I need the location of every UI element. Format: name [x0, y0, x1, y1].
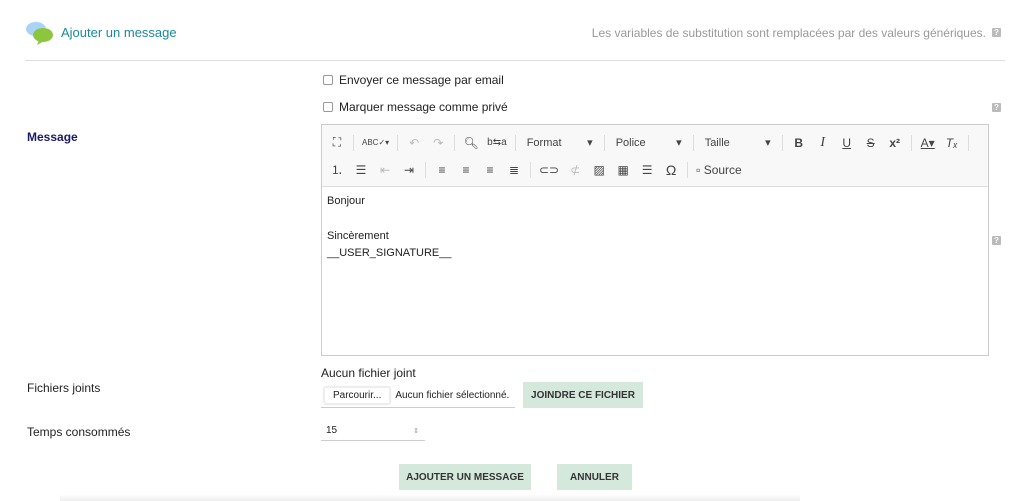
rich-text-editor[interactable]: ⛶ ABC✓▾ ↶ ↷ 🔍︎ b⇆a Format ▾ Police ▾ Taill… — [321, 124, 989, 356]
remove-format-icon[interactable]: Tₓ — [941, 132, 963, 154]
indent-icon[interactable]: ⇥ — [398, 159, 420, 181]
no-file-selected: Aucun fichier sélectionné. — [395, 389, 510, 401]
bullet-list-icon[interactable]: ☰ — [350, 159, 372, 181]
italic-icon[interactable]: I — [812, 132, 834, 154]
content-line: Sincèrement — [327, 230, 389, 242]
underline-icon[interactable]: U — [836, 132, 858, 154]
dropdown-icon: ▾ — [587, 137, 593, 149]
private-option[interactable]: Marquer message comme privé — [323, 100, 508, 114]
table-icon[interactable]: ▦ — [612, 159, 634, 181]
redo-icon[interactable]: ↷ — [427, 132, 449, 154]
source-icon: ▫ — [696, 162, 704, 177]
undo-icon[interactable]: ↶ — [403, 132, 425, 154]
page-title: Ajouter un message — [61, 25, 177, 40]
cancel-button[interactable]: ANNULER — [557, 464, 632, 490]
bold-icon[interactable]: B — [788, 132, 810, 154]
align-center-icon[interactable]: ≡ — [455, 159, 477, 181]
align-left-icon[interactable]: ≡ — [431, 159, 453, 181]
superscript-icon[interactable]: x² — [884, 132, 906, 154]
source-label: Source — [703, 162, 742, 177]
format-label: Format — [526, 136, 562, 149]
spellcheck-icon[interactable]: ABC✓▾ — [359, 132, 392, 154]
footer-shadow — [60, 494, 800, 501]
format-select[interactable]: Format ▾ — [521, 132, 599, 154]
divider — [25, 60, 1005, 61]
send-email-label: Envoyer ce message par email — [339, 73, 504, 87]
editor-content[interactable]: Bonjour Sincèrement __USER_SIGNATURE__ — [322, 187, 988, 268]
justify-icon[interactable]: ≣ — [503, 159, 525, 181]
attach-file-button[interactable]: JOINDRE CE FICHIER — [523, 382, 643, 408]
image-icon[interactable]: ▨ — [588, 159, 610, 181]
font-label: Police — [615, 136, 646, 149]
size-label: Taille — [704, 136, 730, 149]
no-attachment-text: Aucun fichier joint — [321, 366, 416, 380]
horizontal-rule-icon[interactable]: ☰ — [636, 159, 658, 181]
content-line: Bonjour — [327, 195, 365, 207]
substitution-hint: Les variables de substitution sont rempl… — [591, 26, 986, 40]
special-char-icon[interactable]: Ω — [660, 159, 682, 181]
send-email-option[interactable]: Envoyer ce message par email — [323, 73, 504, 87]
unlink-icon[interactable]: ⊄ — [564, 159, 586, 181]
maximize-icon[interactable]: ⛶ — [326, 132, 348, 154]
align-right-icon[interactable]: ≡ — [479, 159, 501, 181]
send-email-checkbox[interactable] — [323, 75, 333, 85]
find-icon[interactable]: 🔍︎ — [460, 132, 482, 154]
help-icon[interactable]: ? — [992, 236, 1001, 245]
source-button[interactable]: ▫ Source — [693, 159, 745, 181]
help-icon[interactable]: ? — [992, 28, 1001, 37]
text-color-icon[interactable]: A▾ — [917, 132, 939, 154]
file-input[interactable]: Parcourir... Aucun fichier sélectionné. — [321, 383, 515, 408]
browse-button[interactable]: Parcourir... — [324, 386, 391, 404]
time-spent-label: Temps consommés — [27, 425, 131, 439]
strikethrough-icon[interactable]: S — [860, 132, 882, 154]
spinner-icon[interactable]: ⇕ — [413, 427, 419, 435]
dropdown-icon: ▾ — [765, 137, 771, 149]
private-label: Marquer message comme privé — [339, 100, 508, 114]
message-label: Message — [27, 130, 78, 144]
font-select[interactable]: Police ▾ — [610, 132, 688, 154]
outdent-icon[interactable]: ⇤ — [374, 159, 396, 181]
help-icon[interactable]: ? — [992, 103, 1001, 112]
editor-toolbar: ⛶ ABC✓▾ ↶ ↷ 🔍︎ b⇆a Format ▾ Police ▾ Taill… — [322, 125, 988, 187]
link-icon[interactable]: ⊂⊃ — [536, 159, 562, 181]
replace-icon[interactable]: b⇆a — [484, 132, 510, 154]
size-select[interactable]: Taille ▾ — [699, 132, 777, 154]
dropdown-icon: ▾ — [676, 137, 682, 149]
time-spent-value: 15 — [326, 425, 338, 436]
time-spent-input[interactable]: 15 ⇕ — [321, 421, 425, 441]
private-checkbox[interactable] — [323, 102, 333, 112]
add-message-button[interactable]: AJOUTER UN MESSAGE — [399, 464, 531, 490]
attachments-label: Fichiers joints — [27, 381, 101, 395]
numbered-list-icon[interactable]: ⒈ — [326, 159, 348, 181]
content-line: __USER_SIGNATURE__ — [327, 247, 452, 259]
messages-icon — [26, 22, 53, 45]
